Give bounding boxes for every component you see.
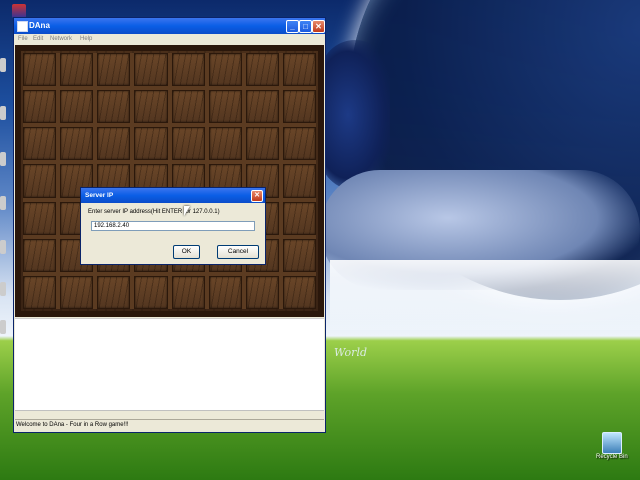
desktop-icon[interactable] [0, 282, 6, 296]
board-cell[interactable] [97, 53, 131, 87]
dialog-close-button[interactable]: ✕ [251, 190, 263, 202]
board-cell[interactable] [23, 238, 57, 272]
desktop-icon[interactable] [0, 152, 6, 166]
minimize-button[interactable]: _ [286, 20, 299, 33]
menu-network[interactable]: Network [50, 36, 72, 42]
horizontal-scrollbar[interactable] [15, 410, 324, 418]
wallpaper-horizon [330, 260, 640, 330]
wallpaper-text: World [334, 346, 367, 359]
message-area [15, 318, 324, 411]
desktop-icon[interactable] [0, 320, 6, 334]
board-grid[interactable] [23, 53, 316, 309]
board-cell[interactable] [97, 90, 131, 124]
desktop-icon[interactable] [0, 58, 6, 72]
desktop-icon[interactable] [12, 4, 26, 18]
board-cell[interactable] [134, 90, 168, 124]
dialog-title: Server IP [85, 192, 114, 199]
board-cell[interactable] [60, 53, 94, 87]
board-cell[interactable] [245, 275, 279, 309]
server-ip-input[interactable]: 192.168.2.40 [91, 221, 255, 231]
board-cell[interactable] [282, 201, 316, 235]
board-cell[interactable] [23, 164, 57, 198]
desktop-icon[interactable] [0, 196, 6, 210]
board-cell[interactable] [282, 275, 316, 309]
board-cell[interactable] [23, 201, 57, 235]
board-cell[interactable] [60, 90, 94, 124]
desktop-icon[interactable] [0, 240, 6, 254]
board-cell[interactable] [282, 127, 316, 161]
board-cell[interactable] [60, 275, 94, 309]
menu-help[interactable]: Help [80, 36, 92, 42]
board-cell[interactable] [245, 53, 279, 87]
menu-edit[interactable]: Edit [33, 36, 43, 42]
board-cell[interactable] [97, 275, 131, 309]
board-cell[interactable] [208, 127, 242, 161]
board-cell[interactable] [208, 53, 242, 87]
board-cell[interactable] [171, 53, 205, 87]
desktop-icon[interactable] [0, 106, 6, 120]
menubar: File Edit Network Help [14, 34, 325, 44]
board-cell[interactable] [282, 53, 316, 87]
dialog-prompt: Enter server IP address(Hit ENTER for 12… [88, 209, 220, 215]
board-cell[interactable] [23, 90, 57, 124]
app-icon [17, 21, 28, 32]
board-cell[interactable] [282, 164, 316, 198]
app-titlebar[interactable]: DAna _ □ ✕ [14, 18, 325, 34]
app-title: DAna [29, 21, 50, 30]
status-text: Welcome to DAna - Four in a Row game!!! [16, 422, 129, 428]
board-cell[interactable] [208, 275, 242, 309]
cancel-button[interactable]: Cancel [217, 245, 259, 259]
status-bar: Welcome to DAna - Four in a Row game!!! [15, 419, 324, 432]
maximize-button[interactable]: □ [299, 20, 312, 33]
wallpaper-storm-cloud [320, 40, 390, 190]
board-cell[interactable] [134, 275, 168, 309]
board-cell[interactable] [171, 90, 205, 124]
board-cell[interactable] [97, 127, 131, 161]
board-cell[interactable] [23, 127, 57, 161]
board-cell[interactable] [282, 238, 316, 272]
game-board[interactable] [15, 45, 324, 317]
recycle-bin-icon[interactable] [602, 432, 622, 454]
board-cell[interactable] [245, 127, 279, 161]
mouse-cursor-icon [184, 206, 190, 216]
board-cell[interactable] [23, 275, 57, 309]
board-cell[interactable] [245, 90, 279, 124]
board-cell[interactable] [134, 127, 168, 161]
board-cell[interactable] [23, 53, 57, 87]
board-cell[interactable] [60, 127, 94, 161]
menu-file[interactable]: File [18, 36, 28, 42]
recycle-bin-label: Recycle Bin [596, 454, 628, 460]
ok-button[interactable]: OK [173, 245, 200, 259]
board-cell[interactable] [208, 90, 242, 124]
board-cell[interactable] [171, 275, 205, 309]
dialog-titlebar[interactable]: Server IP ✕ [81, 188, 265, 203]
close-button[interactable]: ✕ [312, 20, 325, 33]
board-cell[interactable] [282, 90, 316, 124]
server-ip-dialog: Server IP ✕ Enter server IP address(Hit … [80, 187, 266, 265]
board-cell[interactable] [134, 53, 168, 87]
board-cell[interactable] [171, 127, 205, 161]
